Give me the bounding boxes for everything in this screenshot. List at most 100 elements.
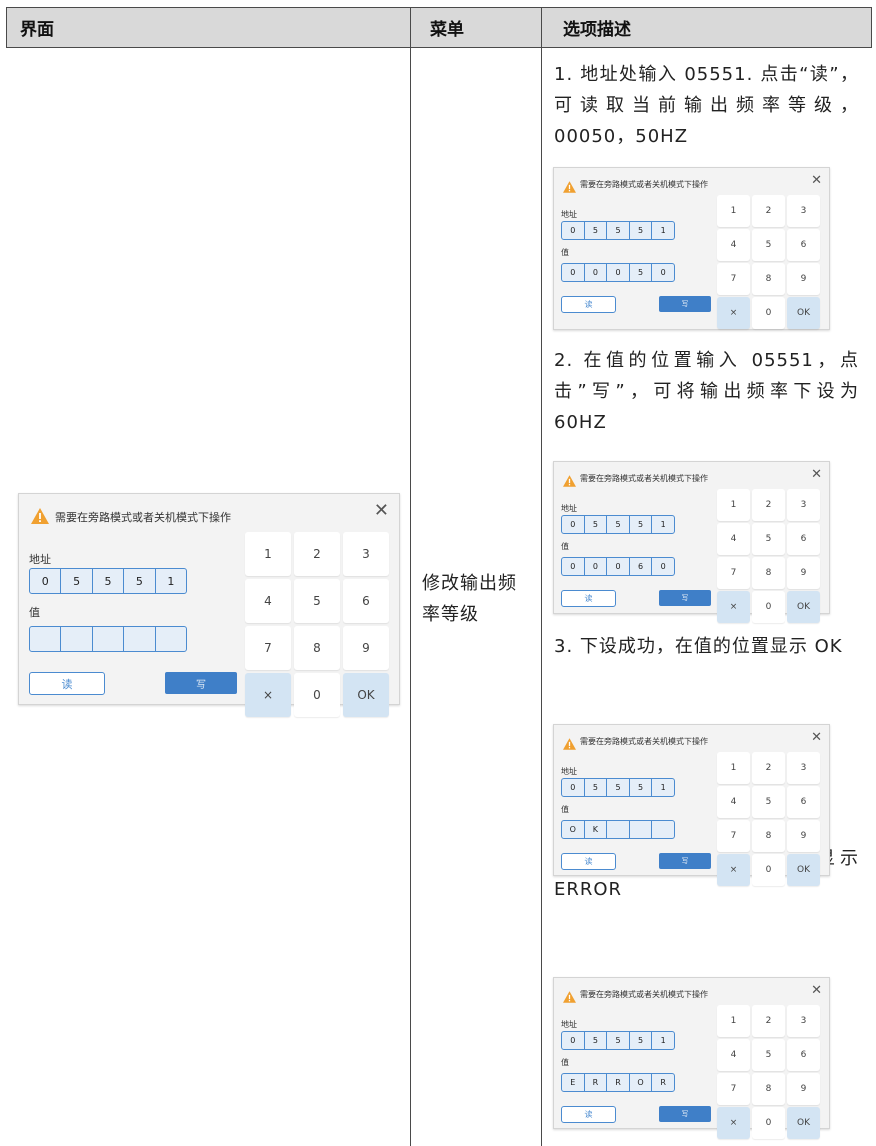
keypad-key-4[interactable]: 4 — [717, 786, 750, 818]
keypad-key-0[interactable]: 0 — [752, 591, 785, 623]
address-field-cell: 5 — [630, 516, 653, 533]
value-field-cell: O — [562, 821, 585, 838]
keypad-clear-key[interactable]: × — [717, 297, 750, 329]
close-icon[interactable]: ✕ — [811, 468, 822, 481]
keypad-key-0[interactable]: 0 — [294, 673, 340, 717]
value-field-cell — [93, 627, 125, 651]
keypad-clear-key[interactable]: × — [717, 591, 750, 623]
keypad-key-3[interactable]: 3 — [787, 195, 820, 227]
table-top-border — [6, 7, 872, 8]
keypad-key-1[interactable]: 1 — [717, 489, 750, 521]
address-field[interactable]: 05551 — [561, 778, 675, 797]
keypad-key-1[interactable]: 1 — [717, 1005, 750, 1037]
keypad-key-7[interactable]: 7 — [717, 263, 750, 295]
keypad-key-2[interactable]: 2 — [752, 489, 785, 521]
keypad-key-2[interactable]: 2 — [752, 752, 785, 784]
keypad-key-3[interactable]: 3 — [787, 1005, 820, 1037]
address-field-cell: 5 — [630, 222, 653, 239]
keypad-key-1[interactable]: 1 — [717, 752, 750, 784]
keypad-key-9[interactable]: 9 — [787, 1073, 820, 1105]
dialog-title: 需要在旁路模式或者关机模式下操作 — [580, 180, 708, 189]
close-icon[interactable]: ✕ — [811, 984, 822, 997]
value-field-cell — [652, 821, 674, 838]
keypad-key-2[interactable]: 2 — [294, 532, 340, 576]
value-field[interactable]: ERROR — [561, 1073, 675, 1092]
value-field[interactable] — [29, 626, 187, 652]
keypad-key-5[interactable]: 5 — [752, 786, 785, 818]
keypad-key-1[interactable]: 1 — [245, 532, 291, 576]
keypad-key-1[interactable]: 1 — [717, 195, 750, 227]
value-field[interactable]: 00050 — [561, 263, 675, 282]
keypad-key-7[interactable]: 7 — [245, 626, 291, 670]
keypad-key-8[interactable]: 8 — [752, 263, 785, 295]
keypad-key-6[interactable]: 6 — [787, 786, 820, 818]
keypad-key-8[interactable]: 8 — [752, 820, 785, 852]
keypad-key-6[interactable]: 6 — [787, 229, 820, 261]
address-field-cell: 5 — [585, 1032, 608, 1049]
keypad-key-9[interactable]: 9 — [787, 820, 820, 852]
address-field[interactable]: 05551 — [561, 1031, 675, 1050]
keypad-key-2[interactable]: 2 — [752, 1005, 785, 1037]
keypad-key-5[interactable]: 5 — [752, 1039, 785, 1071]
header-bottom-border — [6, 47, 872, 48]
write-button[interactable]: 写 — [659, 296, 711, 312]
keypad-key-4[interactable]: 4 — [717, 229, 750, 261]
keypad-key-8[interactable]: 8 — [752, 557, 785, 589]
keypad-clear-key[interactable]: × — [717, 854, 750, 886]
keypad-key-6[interactable]: 6 — [787, 1039, 820, 1071]
keypad-key-9[interactable]: 9 — [787, 557, 820, 589]
keypad-key-0[interactable]: 0 — [752, 854, 785, 886]
dialog-title: 需要在旁路模式或者关机模式下操作 — [580, 990, 708, 999]
keypad-key-8[interactable]: 8 — [294, 626, 340, 670]
table-left-border — [6, 7, 7, 47]
address-field[interactable]: 05551 — [561, 221, 675, 240]
keypad-ok-key[interactable]: OK — [787, 1107, 820, 1139]
keypad-key-3[interactable]: 3 — [343, 532, 389, 576]
close-icon[interactable]: ✕ — [811, 174, 822, 187]
keypad-ok-key[interactable]: OK — [343, 673, 389, 717]
value-field[interactable]: OK — [561, 820, 675, 839]
keypad-key-9[interactable]: 9 — [343, 626, 389, 670]
value-field-cell — [630, 821, 653, 838]
keypad-key-7[interactable]: 7 — [717, 1073, 750, 1105]
keypad-key-6[interactable]: 6 — [787, 523, 820, 555]
keypad-key-5[interactable]: 5 — [294, 579, 340, 623]
keypad-key-5[interactable]: 5 — [752, 523, 785, 555]
keypad-key-7[interactable]: 7 — [717, 557, 750, 589]
address-field[interactable]: 05551 — [561, 515, 675, 534]
keypad-key-4[interactable]: 4 — [717, 523, 750, 555]
keypad-key-0[interactable]: 0 — [752, 297, 785, 329]
write-button[interactable]: 写 — [659, 853, 711, 869]
value-field[interactable]: 00060 — [561, 557, 675, 576]
keypad-key-9[interactable]: 9 — [787, 263, 820, 295]
keypad-key-7[interactable]: 7 — [717, 820, 750, 852]
keypad-key-0[interactable]: 0 — [752, 1107, 785, 1139]
keypad-key-4[interactable]: 4 — [717, 1039, 750, 1071]
dialog-step-4: 需要在旁路模式或者关机模式下操作 ✕ 地址值 0 5 5 5 1 E R R O R 读写 1 2 3 4 5 6 7 8… — [553, 977, 830, 1139]
address-field-cell: 5 — [585, 779, 608, 796]
read-button[interactable]: 读 — [29, 672, 105, 695]
keypad-key-4[interactable]: 4 — [245, 579, 291, 623]
read-button[interactable]: 读 — [561, 296, 616, 313]
keypad-clear-key[interactable]: × — [245, 673, 291, 717]
keypad-key-5[interactable]: 5 — [752, 229, 785, 261]
write-button[interactable]: 写 — [659, 1106, 711, 1122]
read-button[interactable]: 读 — [561, 1106, 616, 1123]
keypad-ok-key[interactable]: OK — [787, 591, 820, 623]
keypad-key-3[interactable]: 3 — [787, 489, 820, 521]
close-icon[interactable]: ✕ — [374, 502, 389, 520]
write-button[interactable]: 写 — [165, 672, 237, 694]
read-button[interactable]: 读 — [561, 853, 616, 870]
read-button[interactable]: 读 — [561, 590, 616, 607]
keypad-clear-key[interactable]: × — [717, 1107, 750, 1139]
keypad-ok-key[interactable]: OK — [787, 297, 820, 329]
keypad-key-6[interactable]: 6 — [343, 579, 389, 623]
keypad-key-3[interactable]: 3 — [787, 752, 820, 784]
write-button[interactable]: 写 — [659, 590, 711, 606]
close-icon[interactable]: ✕ — [811, 731, 822, 744]
value-field-cell: 0 — [585, 264, 608, 281]
keypad-ok-key[interactable]: OK — [787, 854, 820, 886]
address-field[interactable]: 05551 — [29, 568, 187, 594]
keypad-key-2[interactable]: 2 — [752, 195, 785, 227]
keypad-key-8[interactable]: 8 — [752, 1073, 785, 1105]
